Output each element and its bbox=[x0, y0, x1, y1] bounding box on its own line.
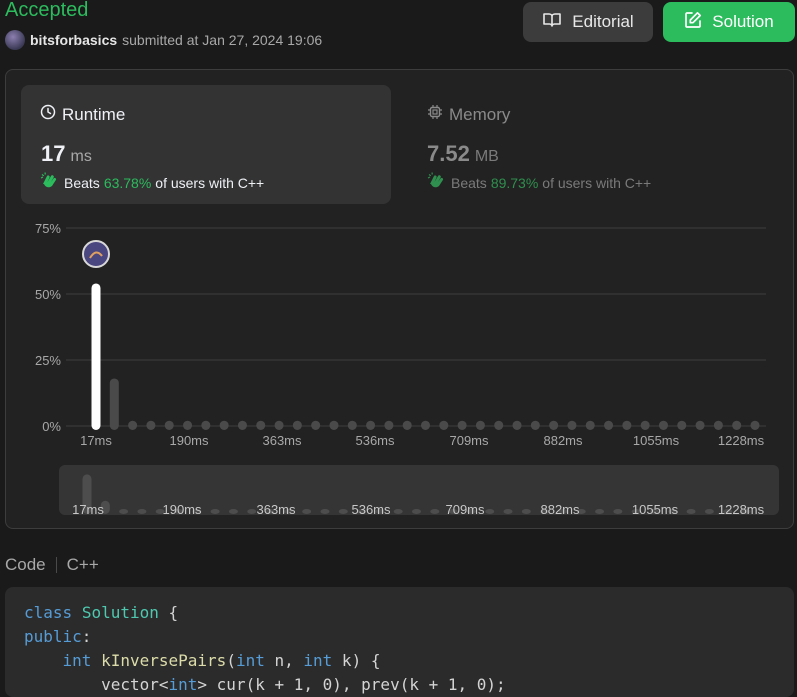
bar bbox=[256, 420, 266, 430]
x-tick-label: 536ms bbox=[355, 433, 395, 448]
x-tick-label: 709ms bbox=[449, 433, 489, 448]
y-tick-label: 25% bbox=[35, 353, 61, 368]
overview-tick-label: 1055ms bbox=[632, 502, 679, 517]
overview-tick-label: 190ms bbox=[162, 502, 202, 517]
divider bbox=[55, 557, 57, 573]
bar bbox=[530, 420, 540, 430]
bar bbox=[713, 420, 723, 430]
x-tick-label: 363ms bbox=[262, 433, 302, 448]
overview-bar bbox=[210, 509, 220, 514]
bar bbox=[732, 420, 742, 430]
bar bbox=[604, 420, 614, 430]
bar bbox=[311, 420, 321, 430]
runtime-distribution-chart[interactable]: 75% 50% 25% 0% 17ms 190ms 363ms 536ms 709ms 882ms… bbox=[0, 0, 797, 530]
bar bbox=[347, 420, 357, 430]
code-block[interactable]: class Solution { public: int kInversePai… bbox=[5, 587, 794, 697]
overview-bar bbox=[686, 509, 696, 514]
overview-bar bbox=[320, 509, 330, 514]
bar bbox=[146, 420, 156, 430]
bar bbox=[237, 420, 247, 430]
overview-bar bbox=[247, 509, 257, 514]
x-tick-label: 1055ms bbox=[633, 433, 680, 448]
bar bbox=[366, 420, 376, 430]
overview-bar bbox=[613, 509, 623, 514]
bar bbox=[219, 420, 229, 430]
bar bbox=[109, 378, 119, 430]
bar bbox=[457, 420, 467, 430]
overview-tick-label: 882ms bbox=[540, 502, 580, 517]
overview-tick-label: 363ms bbox=[256, 502, 296, 517]
bar bbox=[585, 420, 595, 430]
bar bbox=[622, 420, 632, 430]
code-content: class Solution { public: int kInversePai… bbox=[24, 603, 506, 694]
overview-bar bbox=[119, 509, 129, 514]
code-language: C++ bbox=[66, 555, 99, 574]
user-avatar-marker bbox=[82, 240, 110, 268]
bar bbox=[640, 420, 650, 430]
bar bbox=[475, 420, 485, 430]
x-tick-label: 882ms bbox=[543, 433, 583, 448]
code-header: Code C++ bbox=[5, 555, 99, 575]
y-tick-label: 75% bbox=[35, 221, 61, 236]
bar bbox=[128, 420, 138, 430]
bar bbox=[494, 420, 504, 430]
bar bbox=[512, 420, 522, 430]
bar bbox=[164, 420, 174, 430]
y-tick-label: 0% bbox=[42, 419, 61, 434]
bar bbox=[274, 420, 284, 430]
overview-bar bbox=[704, 509, 714, 514]
x-tick-label: 1228ms bbox=[718, 433, 765, 448]
x-tick-label: 17ms bbox=[80, 433, 112, 448]
bar bbox=[183, 420, 193, 430]
bar bbox=[402, 420, 412, 430]
overview-bar bbox=[228, 509, 238, 514]
bar bbox=[292, 420, 302, 430]
overview-bar bbox=[412, 509, 421, 514]
bar bbox=[658, 420, 668, 430]
bar-highlight bbox=[91, 283, 101, 430]
overview-bar bbox=[302, 509, 312, 514]
overview-bar bbox=[485, 509, 495, 514]
overview-bar bbox=[503, 509, 513, 514]
bar bbox=[567, 420, 577, 430]
bar bbox=[677, 420, 687, 430]
overview-tick-label: 536ms bbox=[351, 502, 391, 517]
bar bbox=[750, 420, 760, 430]
bar bbox=[384, 420, 394, 430]
bar bbox=[549, 420, 559, 430]
overview-bar bbox=[430, 509, 440, 514]
bar bbox=[421, 420, 430, 430]
y-tick-label: 50% bbox=[35, 287, 61, 302]
bar bbox=[201, 420, 211, 430]
x-tick-label: 190ms bbox=[169, 433, 209, 448]
overview-bar bbox=[137, 509, 147, 514]
overview-bar bbox=[521, 509, 531, 514]
bar bbox=[695, 420, 705, 430]
overview-bar bbox=[338, 509, 348, 514]
code-label: Code bbox=[5, 555, 46, 574]
overview-tick-label: 709ms bbox=[445, 502, 485, 517]
overview-bar bbox=[595, 509, 605, 514]
overview-tick-label: 1228ms bbox=[718, 502, 765, 517]
overview-tick-label: 17ms bbox=[72, 502, 104, 517]
overview-bar bbox=[393, 509, 403, 514]
bar bbox=[329, 420, 339, 430]
bar bbox=[439, 420, 449, 430]
